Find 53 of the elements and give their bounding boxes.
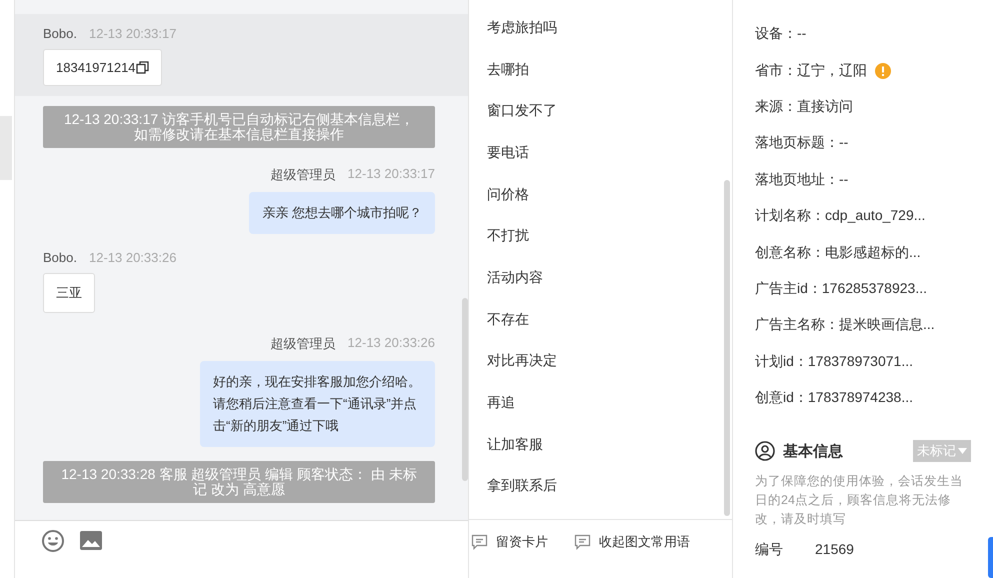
copy-icon[interactable] [136,61,149,74]
system-notice: 12-13 20:33:17 访客手机号已自动标记右侧基本信息栏，如需修改请在基本信息栏直接操作 [43,106,435,148]
quick-reply-item[interactable]: 活动内容 [487,257,732,299]
message-bubble: 亲亲 您想去哪个城市拍呢？ [249,192,435,234]
quick-reply-item[interactable]: 让加客服 [487,424,732,466]
field-label: 编号 [755,541,783,560]
quick-reply-item[interactable]: 对比再决定 [487,340,732,382]
info-field: 落地页地址：-- [755,170,848,189]
toolbar-action[interactable]: 收起图文常用语 [574,533,690,551]
scrollbar-thumb[interactable] [724,180,730,516]
notice-text: 为了保障您的使用体验，会话发生当日的24点之后，顾客信息将无法修改，请及时填写 [755,473,964,528]
emoji-icon[interactable] [41,529,65,553]
message-icon [471,534,488,550]
message-time: 12-13 20:33:26 [88,250,176,265]
quick-reply-item[interactable]: 窗口发不了 [487,90,732,132]
quick-reply-item[interactable]: 考虑旅拍吗 [487,7,732,49]
sender-name: 超级管理员 [270,166,336,184]
quick-reply-item[interactable]: 问价格 [487,174,732,216]
info-field: 设备：-- [755,25,806,44]
info-field: 来源：直接访问 [755,98,853,116]
info-field: 创意名称：电影感超标的... [755,244,921,262]
message-bubble: 三亚 [43,273,95,313]
scrollbar-thumb[interactable] [462,298,468,481]
message-time: 12-13 20:33:17 [348,166,435,183]
info-field: 广告主名称：提米映画信息... [755,316,935,334]
quick-reply-item[interactable]: 再追 [487,382,732,424]
caret-icon [958,448,967,454]
message-bubble: 好的亲，现在安排客服加您介绍哈。请您稍后注意查看一下“通讯录”并点击“新的朋友”通过下哦 [200,361,435,447]
sender-name: Bobo. [43,250,77,265]
quick-reply-item[interactable]: 拿到联系后 [487,466,732,508]
info-field: 省市：辽宁，辽阳 [755,62,867,80]
info-field: 创意id：178378974238... [755,389,913,408]
quick-reply-item[interactable]: 去哪拍 [487,48,732,90]
user-icon [755,441,775,462]
sender-name: 超级管理员 [270,335,336,353]
side-tab[interactable] [988,537,993,578]
info-field: 计划名称：cdp_auto_729... [755,207,926,226]
section-title: 基本信息 [783,442,844,461]
info-field: 广告主id：176285378923... [755,280,927,298]
message-time: 12-13 20:33:26 [348,335,435,352]
message-time: 12-13 20:33:17 [88,26,176,41]
sender-name: Bobo. [43,26,77,41]
quick-reply-item[interactable]: 不存在 [487,298,732,340]
message-icon [574,534,591,550]
quick-reply-item[interactable]: 不打扰 [487,215,732,258]
info-field: 落地页标题：-- [755,134,848,152]
info-field: 计划id：178378973071... [755,352,913,371]
field-value: 21569 [815,541,854,560]
toolbar-action[interactable]: 留资卡片 [471,533,548,551]
message-bubble: 18341971214 [43,49,162,86]
system-notice: 12-13 20:33:28 客服 超级管理员 编辑 顾客状态： 由 未标记 改为 高意愿 [43,461,435,503]
image-icon[interactable] [79,529,103,553]
quick-reply-item[interactable]: 要电话 [487,132,732,174]
